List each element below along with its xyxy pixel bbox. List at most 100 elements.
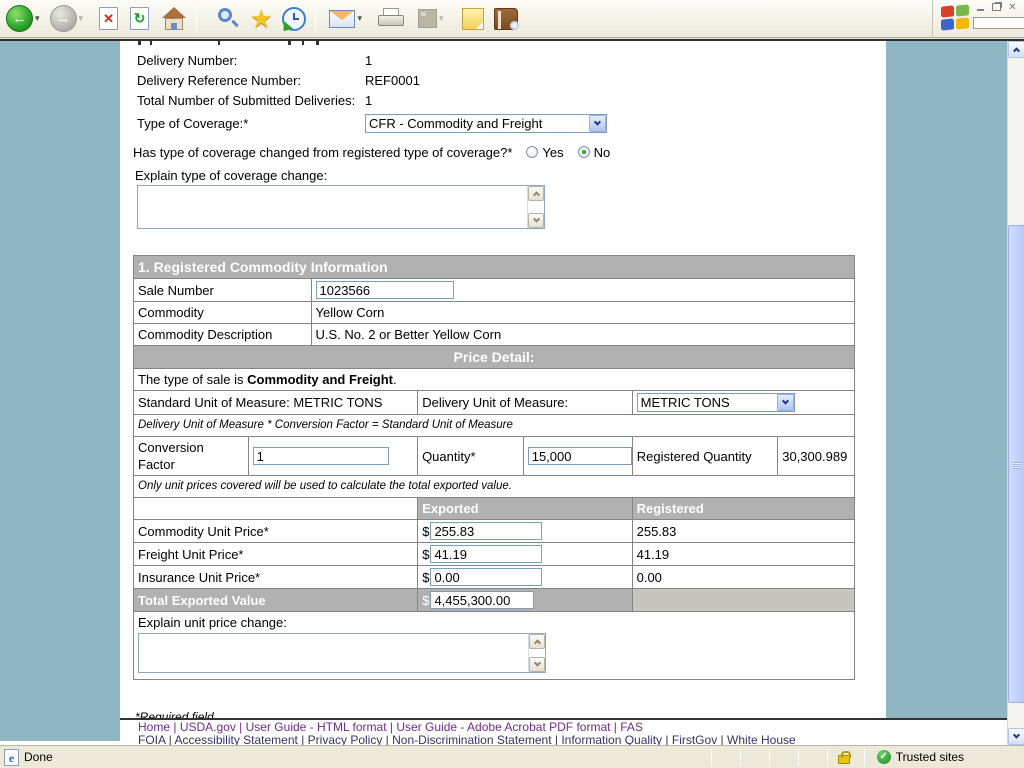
footer-link[interactable]: Accessibility Statement [174, 733, 307, 745]
minimize-button[interactable] [975, 2, 986, 13]
close-button[interactable]: ✕ [1007, 2, 1018, 13]
footer-link[interactable]: Privacy Policy [308, 733, 392, 745]
coverage-changed-yes-radio[interactable] [526, 146, 538, 158]
quantity-label: Quantity* [417, 437, 523, 475]
browser-toolbar: ← ▾ → ▾ ✕ ↻ ★ ▾ ▾ ✕ [0, 0, 1024, 38]
coverage-changed-no-radio[interactable] [578, 146, 590, 158]
textarea-scrollbar[interactable] [527, 186, 544, 228]
stop-icon[interactable]: ✕ [99, 7, 118, 30]
footer-link[interactable]: Information Quality [561, 733, 672, 745]
price-detail-header: Price Detail: [134, 346, 854, 368]
footer-link[interactable]: FirstGov [672, 733, 727, 745]
back-dropdown-icon[interactable]: ▾ [35, 13, 40, 24]
freight-unit-price-row: Freight Unit Price* $ 41.19 [134, 542, 854, 565]
conversion-quantity-row: Conversion Factor Quantity* Registered Q… [134, 436, 854, 475]
chevron-down-icon[interactable] [589, 115, 606, 132]
delivery-reference-label: Delivery Reference Number: [137, 71, 365, 91]
total-deliveries-value: 1 [365, 91, 372, 111]
scrollbar-down-icon[interactable] [1008, 728, 1024, 745]
freight-unit-price-registered: 41.19 [632, 543, 854, 565]
no-label: No [594, 145, 611, 160]
type-of-coverage-selected: CFR - Commodity and Freight [366, 116, 589, 131]
explain-coverage-textarea[interactable] [137, 185, 545, 229]
footer-link[interactable]: FOIA [138, 733, 174, 745]
delivery-uom-selected: METRIC TONS [638, 394, 777, 411]
back-arrow-glyph: ← [12, 5, 27, 32]
commodity-unit-price-input[interactable] [430, 522, 542, 540]
status-bar: e Done ✓ Trusted sites [0, 745, 1024, 768]
search-icon[interactable] [216, 7, 240, 31]
scroll-up-icon[interactable] [529, 634, 545, 649]
scrollbar-thumb[interactable] [1008, 225, 1024, 703]
favorites-icon[interactable]: ★ [250, 7, 272, 31]
conversion-factor-label: Conversion Factor [134, 437, 248, 475]
commodity-unit-price-label: Commodity Unit Price* [134, 520, 417, 542]
quantity-input[interactable] [528, 447, 632, 465]
restore-button[interactable] [992, 3, 1001, 11]
footer-link[interactable]: Home [138, 720, 180, 734]
total-exported-value-label: Total Exported Value [134, 589, 417, 611]
formula-note: Delivery Unit of Measure * Conversion Fa… [134, 415, 854, 436]
commodity-description-value: U.S. No. 2 or Better Yellow Corn [311, 324, 854, 345]
total-exported-value-input[interactable] [430, 591, 534, 609]
footer-link[interactable]: USDA.gov [180, 720, 246, 734]
page-content: Delivery Number: 1 Delivery Reference Nu… [120, 41, 886, 745]
stop-x-glyph: ✕ [103, 11, 114, 26]
explain-coverage-label: Explain type of coverage change: [135, 168, 886, 183]
footer-link[interactable]: FAS [620, 720, 643, 734]
explain-unit-price-row: Explain unit price change: [134, 611, 854, 679]
scroll-up-icon[interactable] [528, 186, 544, 201]
delivery-uom-select[interactable]: METRIC TONS [637, 393, 795, 412]
scroll-down-icon[interactable] [528, 213, 544, 228]
commodity-description-label: Commodity Description [134, 324, 311, 345]
scroll-down-icon[interactable] [529, 657, 545, 672]
type-of-coverage-select[interactable]: CFR - Commodity and Freight [365, 114, 607, 133]
conversion-factor-input[interactable] [253, 447, 389, 465]
yes-label: Yes [542, 145, 563, 160]
footer-link[interactable]: User Guide - Adobe Acrobat PDF format [396, 720, 620, 734]
explain-unit-price-textarea[interactable] [138, 633, 546, 673]
status-separator [711, 749, 712, 766]
status-text: Done [24, 750, 53, 764]
chevron-down-icon[interactable] [777, 394, 794, 411]
textarea-scrollbar[interactable] [528, 634, 545, 672]
print-icon[interactable] [378, 8, 404, 30]
currency-symbol: $ [422, 546, 429, 563]
delivery-reference-row: Delivery Reference Number: REF0001 [120, 71, 886, 91]
clipped-row-remnant [120, 41, 886, 47]
site-footer: HomeUSDA.govUser Guide - HTML formatUser… [120, 718, 1007, 745]
sale-number-input[interactable] [316, 281, 454, 299]
footer-link[interactable]: User Guide - HTML format [246, 720, 397, 734]
coverage-changed-row: Has type of coverage changed from regist… [120, 144, 886, 160]
windows-flag-icon [941, 5, 971, 31]
insurance-unit-price-input[interactable] [430, 568, 542, 586]
freight-unit-price-input[interactable] [430, 545, 542, 563]
delivery-number-row: Delivery Number: 1 [120, 51, 886, 71]
sale-number-row: Sale Number [134, 278, 854, 301]
price-column-header-row: Exported Registered [134, 497, 854, 519]
forward-dropdown-icon: ▾ [79, 13, 84, 24]
discuss-icon[interactable] [462, 8, 484, 30]
footer-link[interactable]: Non-Discrimination Statement [392, 733, 561, 745]
history-icon[interactable] [282, 7, 306, 31]
commodity-unit-price-registered: 255.83 [632, 520, 854, 542]
footer-link[interactable]: White House [727, 733, 796, 745]
vertical-scrollbar[interactable] [1007, 41, 1024, 745]
total-exported-value-row: Total Exported Value $ [134, 588, 854, 611]
mail-icon[interactable] [329, 10, 355, 28]
total-deliveries-label: Total Number of Submitted Deliveries: [137, 91, 365, 111]
home-icon[interactable] [161, 7, 187, 31]
toolbar-separator [196, 5, 197, 33]
back-icon[interactable]: ← [6, 5, 33, 32]
sale-number-label: Sale Number [134, 279, 311, 301]
refresh-icon[interactable]: ↻ [130, 7, 149, 30]
status-separator [740, 749, 741, 766]
footer-links-row2: FOIAAccessibility StatementPrivacy Polic… [138, 734, 1007, 745]
delivery-uom-label: Delivery Unit of Measure: [417, 391, 631, 414]
commodity-label: Commodity [134, 302, 311, 323]
commodity-row: Commodity Yellow Corn [134, 301, 854, 323]
forward-icon[interactable]: → [50, 5, 77, 32]
scrollbar-up-icon[interactable] [1008, 41, 1024, 58]
research-icon[interactable] [494, 8, 518, 30]
mail-dropdown-icon[interactable]: ▾ [357, 13, 362, 24]
